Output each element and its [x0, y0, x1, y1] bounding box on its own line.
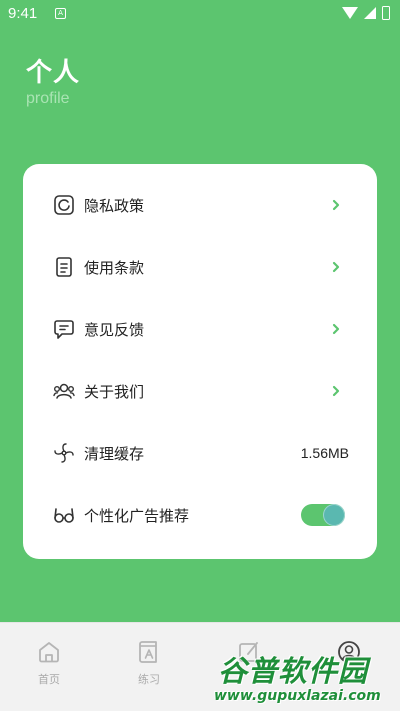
- cache-size-value: 1.56MB: [300, 445, 349, 461]
- nav-item-home[interactable]: 首页: [19, 639, 79, 689]
- settings-item-label: 关于我们: [84, 382, 145, 401]
- settings-item-about-us[interactable]: 关于我们: [23, 360, 377, 422]
- wifi-icon: [342, 7, 358, 19]
- nav-label-home: 首页: [38, 673, 60, 686]
- settings-item-clear-cache[interactable]: 清理缓存 1.56MB: [23, 422, 377, 484]
- chevron-right-icon: [332, 385, 340, 397]
- watermark: 谷普软件园 www.gupuxlazai.com: [210, 648, 398, 708]
- signal-icon: [364, 7, 376, 19]
- settings-item-terms-of-use[interactable]: 使用条款: [23, 236, 377, 298]
- glasses-icon: [54, 508, 74, 523]
- watermark-logo: 谷普软件园: [218, 654, 369, 688]
- about-us-icon: [53, 383, 75, 399]
- battery-icon: [382, 6, 390, 20]
- app-root: 9:41 A 个人 profile 隐私政策 使用条款 意见反馈 关于我们 清理…: [0, 0, 400, 711]
- settings-card: 隐私政策 使用条款 意见反馈 关于我们 清理缓存 1.56MB 个性化广告推荐: [23, 164, 377, 559]
- privacy-icon: [54, 195, 74, 215]
- watermark-url: www.gupuxlazai.com: [214, 688, 381, 704]
- settings-item-label: 意见反馈: [84, 320, 145, 339]
- document-icon: [56, 257, 72, 277]
- settings-item-personalized-ads: 个性化广告推荐: [23, 484, 377, 546]
- status-time: 9:41: [8, 5, 38, 22]
- chevron-right-icon: [332, 261, 340, 273]
- settings-item-label: 清理缓存: [84, 444, 145, 463]
- nav-item-practice[interactable]: 练习: [119, 639, 179, 689]
- fan-icon: [54, 443, 74, 463]
- notification-icon: A: [55, 8, 66, 19]
- status-indicators: [342, 6, 390, 20]
- settings-item-label: 使用条款: [84, 258, 145, 277]
- toggle-knob: [323, 504, 345, 526]
- chevron-right-icon: [332, 323, 340, 335]
- personalized-ads-toggle[interactable]: [301, 504, 345, 526]
- feedback-icon: [54, 320, 74, 339]
- settings-item-label: 隐私政策: [84, 196, 145, 215]
- settings-item-label: 个性化广告推荐: [84, 506, 190, 525]
- settings-item-privacy-policy[interactable]: 隐私政策: [23, 174, 377, 236]
- chevron-right-icon: [332, 199, 340, 211]
- nav-label-practice: 练习: [138, 673, 160, 686]
- practice-icon: [139, 641, 157, 663]
- page-subtitle: profile: [26, 90, 70, 107]
- status-bar: 9:41 A: [0, 0, 400, 28]
- page-title: 个人: [26, 58, 81, 88]
- home-icon: [39, 642, 59, 663]
- settings-item-feedback[interactable]: 意见反馈: [23, 298, 377, 360]
